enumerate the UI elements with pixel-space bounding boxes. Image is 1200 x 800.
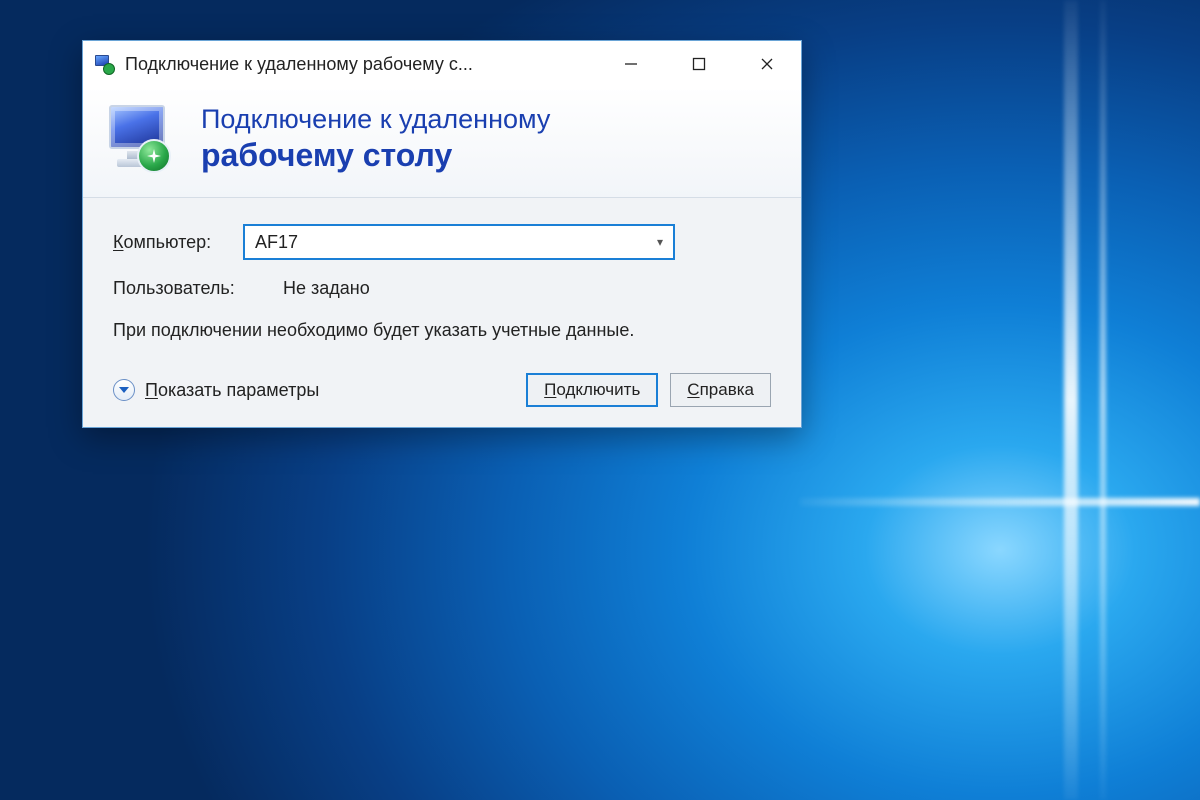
desktop-light-streak	[1100, 0, 1106, 800]
chevron-down-icon: ▾	[657, 235, 663, 249]
help-button[interactable]: Справка	[670, 373, 771, 407]
dialog-body: Компьютер: AF17 ▾ Пользователь: Не задан…	[83, 198, 801, 427]
window-title: Подключение к удаленному рабочему с...	[125, 54, 597, 75]
dialog-header: Подключение к удаленному рабочему столу	[83, 87, 801, 198]
minimize-button[interactable]	[597, 41, 665, 87]
header-line2: рабочему столу	[201, 137, 550, 174]
desktop-light-streak	[1064, 0, 1078, 800]
close-button[interactable]	[733, 41, 801, 87]
expand-down-icon	[113, 379, 135, 401]
connect-button[interactable]: Подключить	[526, 373, 658, 407]
maximize-button[interactable]	[665, 41, 733, 87]
show-options-label: Показать параметры	[145, 380, 319, 401]
user-value: Не задано	[283, 278, 370, 299]
titlebar[interactable]: Подключение к удаленному рабочему с...	[83, 41, 801, 87]
header-line1: Подключение к удаленному	[201, 104, 550, 135]
computer-combobox[interactable]: AF17 ▾	[243, 224, 675, 260]
show-options-toggle[interactable]: Показать параметры	[113, 379, 319, 401]
user-label: Пользователь:	[113, 278, 283, 299]
credentials-info: При подключении необходимо будет указать…	[113, 317, 771, 343]
rdp-dialog: Подключение к удаленному рабочему с... П…	[82, 40, 802, 428]
app-icon	[93, 53, 115, 75]
computer-label: Компьютер:	[113, 232, 243, 253]
computer-value: AF17	[255, 232, 298, 253]
rdp-monitor-icon	[103, 103, 179, 175]
desktop-light-horizon	[800, 498, 1200, 506]
